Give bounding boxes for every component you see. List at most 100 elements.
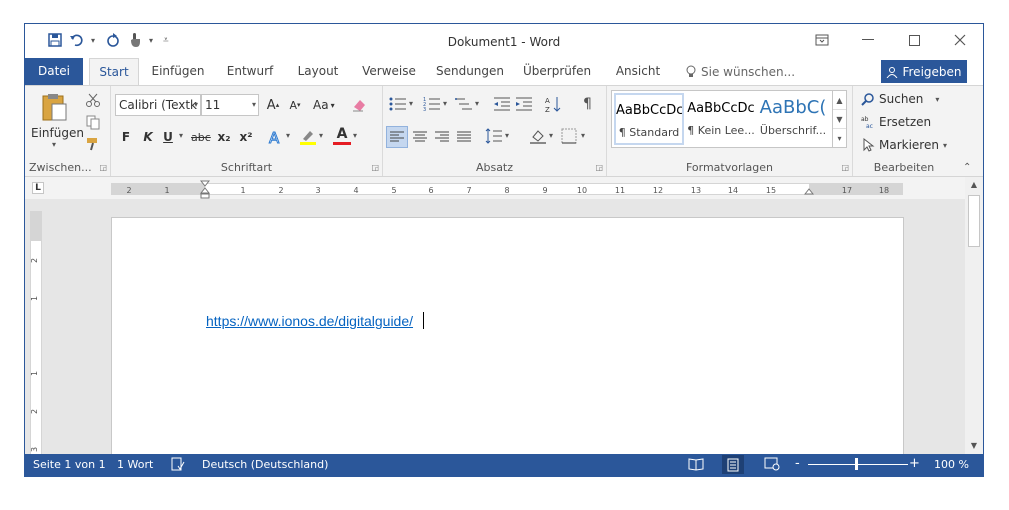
align-right-icon[interactable] — [435, 131, 449, 143]
horizontal-ruler[interactable]: 2 1 1 2 3 4 5 6 7 8 9 10 11 12 13 14 15 … — [111, 180, 903, 199]
numbering-icon[interactable]: 123 — [423, 96, 441, 112]
font-color-dropdown-icon[interactable]: ▾ — [353, 131, 357, 140]
borders-dropdown-icon[interactable]: ▾ — [581, 131, 585, 140]
minimize-icon[interactable] — [845, 24, 891, 56]
paste-label: Einfügen — [31, 126, 84, 140]
chevron-down-icon[interactable]: ▼ — [833, 110, 846, 129]
style-standard[interactable]: AaBbCcDc ¶ Standard — [614, 93, 684, 145]
scroll-down-icon[interactable]: ▼ — [965, 438, 983, 454]
more-styles-icon[interactable]: ▾ — [833, 129, 846, 148]
language[interactable]: Deutsch (Deutschland) — [202, 458, 328, 471]
show-formatting-button[interactable]: ¶ — [583, 96, 592, 112]
highlight-icon[interactable] — [299, 128, 317, 146]
tab-sendungen[interactable]: Sendungen — [435, 58, 505, 85]
status-bar: Seite 1 von 1 1 Wort Deutsch (Deutschlan… — [25, 454, 983, 476]
chevron-up-icon[interactable]: ▲ — [833, 91, 846, 110]
paste-button[interactable]: Einfügen ▾ — [31, 90, 84, 152]
tab-start[interactable]: Start — [89, 58, 139, 86]
cut-icon[interactable] — [85, 92, 101, 108]
read-mode-icon[interactable] — [688, 457, 704, 471]
align-center-icon[interactable] — [413, 131, 427, 143]
highlight-dropdown-icon[interactable]: ▾ — [319, 131, 323, 140]
text-effects-icon[interactable]: A — [267, 128, 285, 147]
subscript-button[interactable]: x₂ — [215, 126, 233, 148]
underline-dropdown-icon[interactable]: ▾ — [179, 131, 183, 140]
clipboard-launcher-icon[interactable]: ◲ — [99, 163, 107, 172]
vertical-scrollbar[interactable]: ▲ ▼ — [965, 177, 983, 454]
tab-datei[interactable]: Datei — [25, 58, 83, 85]
tab-einfuegen[interactable]: Einfügen — [149, 58, 207, 85]
text-effects-dropdown-icon[interactable]: ▾ — [286, 131, 290, 140]
replace-button[interactable]: ab ac Ersetzen — [861, 111, 931, 133]
tab-layout[interactable]: Layout — [295, 58, 341, 85]
zoom-slider[interactable] — [808, 464, 908, 465]
font-launcher-icon[interactable]: ◲ — [371, 163, 379, 172]
copy-icon[interactable] — [85, 114, 101, 130]
justify-icon[interactable] — [457, 131, 471, 143]
print-layout-icon[interactable] — [722, 455, 744, 474]
vertical-ruler[interactable]: 2 1 1 2 3 — [30, 211, 42, 454]
page-count[interactable]: Seite 1 von 1 — [33, 458, 106, 471]
shading-icon[interactable] — [529, 128, 547, 144]
web-layout-icon[interactable] — [764, 457, 780, 471]
maximize-icon[interactable] — [891, 24, 937, 56]
tab-entwurf[interactable]: Entwurf — [223, 58, 277, 85]
decrease-indent-icon[interactable] — [493, 96, 511, 112]
style-preview: AaBbCcDc — [687, 101, 755, 116]
superscript-button[interactable]: x² — [237, 126, 255, 148]
numbering-dropdown-icon[interactable]: ▾ — [443, 99, 447, 108]
tab-ueberpruefen[interactable]: Überprüfen — [523, 58, 591, 85]
tab-selector[interactable]: L — [32, 182, 44, 194]
grow-font-icon[interactable]: A ▴ — [264, 94, 282, 116]
style-kein-leerraum[interactable]: AaBbCcDc ¶ Kein Lee... — [686, 93, 756, 145]
tab-verweise[interactable]: Verweise — [359, 58, 419, 85]
shading-dropdown-icon[interactable]: ▾ — [549, 131, 553, 140]
tab-ansicht[interactable]: Ansicht — [613, 58, 663, 85]
zoom-out-button[interactable]: - — [795, 456, 800, 471]
styles-launcher-icon[interactable]: ◲ — [841, 163, 849, 172]
select-button[interactable]: Markieren ▾ — [861, 134, 947, 156]
svg-text:ab: ab — [861, 116, 869, 123]
increase-indent-icon[interactable] — [515, 96, 533, 112]
change-case-button[interactable]: Aa ▾ — [313, 94, 335, 116]
font-size-combo[interactable]: 11 ▾ — [201, 94, 259, 116]
document-page[interactable]: https://www.ionos.de/digitalguide/ — [111, 217, 904, 457]
zoom-slider-thumb[interactable] — [855, 458, 858, 470]
word-count[interactable]: 1 Wort — [117, 458, 153, 471]
zoom-level[interactable]: 100 % — [934, 458, 969, 471]
ribbon-display-options-icon[interactable] — [799, 24, 845, 56]
multilevel-dropdown-icon[interactable]: ▾ — [475, 99, 479, 108]
close-icon[interactable] — [937, 24, 983, 56]
font-color-button[interactable]: A — [333, 126, 351, 145]
clear-formatting-icon[interactable] — [351, 97, 367, 113]
find-button[interactable]: Suchen ▾ — [861, 88, 939, 110]
paragraph-launcher-icon[interactable]: ◲ — [595, 163, 603, 172]
style-ueberschrift[interactable]: AaBbC( Überschrif... — [758, 93, 828, 145]
borders-icon[interactable] — [561, 128, 577, 144]
align-left-icon[interactable] — [386, 126, 408, 148]
format-painter-icon[interactable] — [85, 136, 101, 152]
shrink-font-icon[interactable]: A ▾ — [286, 94, 304, 116]
sort-icon[interactable]: AZ — [545, 95, 561, 113]
scroll-thumb[interactable] — [968, 195, 980, 247]
bullets-dropdown-icon[interactable]: ▾ — [409, 99, 413, 108]
underline-button[interactable]: U — [159, 126, 177, 148]
first-line-indent-marker[interactable] — [200, 180, 210, 200]
line-spacing-dropdown-icon[interactable]: ▾ — [505, 131, 509, 140]
tell-me-box[interactable]: Sie wünschen... — [685, 58, 795, 85]
font-name-combo[interactable]: Calibri (Textk ▾ — [115, 94, 201, 116]
share-button[interactable]: Freigeben — [881, 60, 967, 83]
right-indent-marker[interactable] — [804, 187, 814, 195]
bold-button[interactable]: F — [117, 126, 135, 148]
proofing-icon[interactable] — [171, 457, 185, 471]
hyperlink[interactable]: https://www.ionos.de/digitalguide/ — [206, 313, 413, 329]
bullets-icon[interactable] — [389, 96, 407, 112]
collapse-ribbon-icon[interactable]: ⌃ — [963, 162, 971, 173]
italic-button[interactable]: K — [139, 126, 157, 148]
scroll-up-icon[interactable]: ▲ — [965, 177, 983, 193]
strikethrough-button[interactable]: abc — [191, 126, 211, 148]
multilevel-list-icon[interactable] — [455, 96, 473, 112]
line-spacing-icon[interactable] — [485, 128, 503, 144]
ruler-tick: 1 — [164, 186, 170, 195]
zoom-in-button[interactable]: + — [909, 456, 920, 471]
